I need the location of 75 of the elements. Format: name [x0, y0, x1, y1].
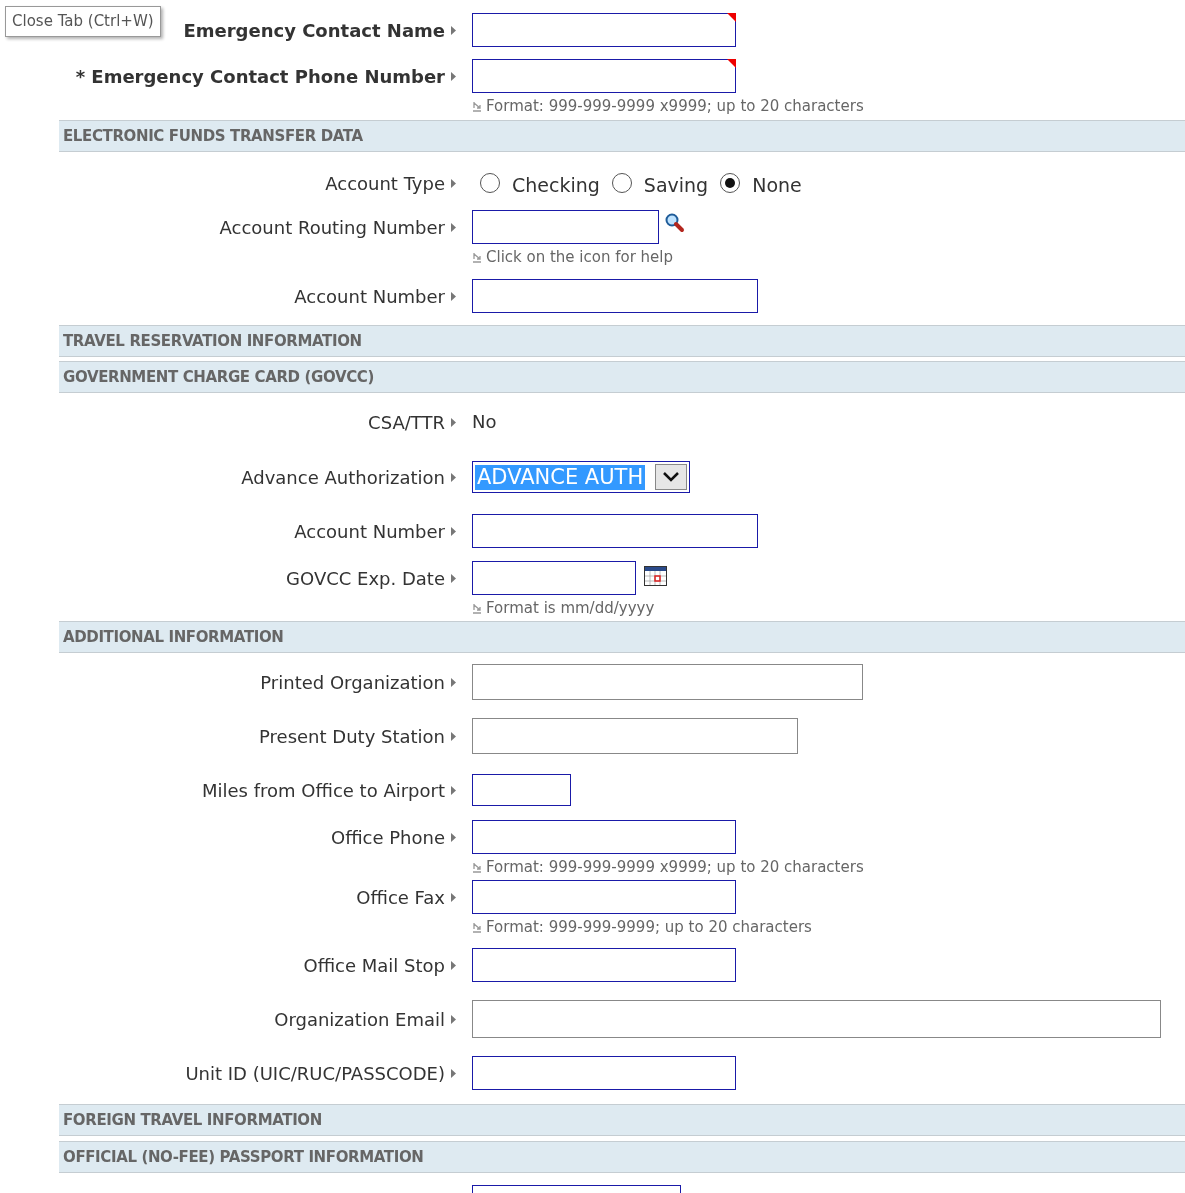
field-label: Account Routing Number [219, 215, 445, 240]
arrow-icon [451, 222, 456, 232]
arrow-icon [451, 417, 456, 427]
field-label: CSA/TTR [368, 410, 445, 435]
field-label: Account Number [294, 284, 445, 309]
radio-button[interactable] [480, 173, 500, 193]
text-field[interactable] [472, 1000, 1161, 1038]
text-field[interactable] [472, 718, 798, 754]
text-field[interactable] [472, 948, 736, 982]
arrow-icon [451, 731, 456, 741]
arrow-icon [451, 832, 456, 842]
arrow-icon [451, 291, 456, 301]
hint-text: Format: 999-999-9999 x9999; up to 20 characters [486, 96, 864, 117]
hint-icon [472, 100, 482, 112]
field-label: Printed Organization [260, 670, 445, 695]
section-header: TRAVEL RESERVATION INFORMATION [59, 325, 1185, 357]
arrow-icon [451, 573, 456, 583]
text-field[interactable] [472, 1056, 736, 1090]
text-field[interactable] [472, 561, 636, 595]
arrow-icon [451, 1014, 456, 1024]
section-header: GOVERNMENT CHARGE CARD (GOVCC) [59, 361, 1185, 393]
arrow-icon [451, 25, 456, 35]
text-field[interactable] [472, 210, 659, 244]
calendar-icon[interactable] [644, 566, 667, 586]
text-field[interactable] [472, 664, 863, 700]
text-field[interactable] [472, 774, 571, 806]
arrow-icon [451, 1068, 456, 1078]
arrow-icon [451, 677, 456, 687]
tooltip: Close Tab (Ctrl+W) [5, 6, 161, 37]
field-label: Unit ID (UIC/RUC/PASSCODE) [185, 1061, 445, 1086]
radio-button[interactable] [720, 173, 741, 193]
radio-label[interactable]: Saving [643, 170, 709, 200]
field-label: Office Fax [356, 885, 445, 910]
text-field[interactable] [472, 820, 736, 854]
hint-icon [472, 251, 482, 263]
field-label: Account Number [294, 519, 445, 544]
field-label: Account Type [325, 171, 445, 196]
field-label: Organization Email [274, 1007, 445, 1032]
hint-text: Format: 999-999-9999; up to 20 characters [486, 917, 812, 938]
hint-icon [472, 921, 482, 933]
field-label: GOVCC Exp. Date [286, 566, 445, 591]
field-label: * Emergency Contact Phone Number [75, 64, 445, 89]
arrow-icon [451, 472, 456, 482]
field-value: No [472, 410, 497, 434]
arrow-icon [451, 71, 456, 81]
field-label: Office Phone [330, 825, 445, 850]
section-header: ELECTRONIC FUNDS TRANSFER DATA [59, 120, 1185, 152]
arrow-icon [451, 892, 456, 902]
text-field[interactable] [472, 880, 736, 914]
arrow-icon [451, 785, 456, 795]
field-label: Advance Authorization [241, 465, 445, 490]
hint-text: Click on the icon for help [486, 247, 674, 268]
hint-text: Format: 999-999-9999 x9999; up to 20 characters [486, 857, 864, 878]
text-field[interactable] [472, 59, 736, 93]
hint-icon [472, 602, 482, 614]
field-label: Office Mail Stop [303, 953, 445, 978]
search-icon[interactable] [665, 213, 685, 233]
radio-label[interactable]: None [752, 170, 802, 200]
arrow-icon [451, 178, 456, 188]
arrow-icon [451, 526, 456, 536]
text-field[interactable] [472, 13, 736, 47]
chevron-down-icon [663, 472, 679, 482]
arrow-icon [451, 960, 456, 970]
field-label: Present Duty Station [259, 724, 445, 749]
field-label: Miles from Office to Airport [202, 778, 445, 803]
radio-label[interactable]: Checking [512, 170, 600, 200]
hint-icon [472, 861, 482, 873]
section-header: OFFICIAL (NO-FEE) PASSPORT INFORMATION [59, 1141, 1185, 1173]
field-label: Emergency Contact Name [183, 18, 445, 43]
text-field[interactable] [472, 279, 758, 313]
section-header: FOREIGN TRAVEL INFORMATION [59, 1104, 1185, 1136]
hint-text: Format is mm/dd/yyyy [486, 598, 655, 619]
section-header: ADDITIONAL INFORMATION [59, 621, 1185, 653]
text-field[interactable] [472, 514, 758, 548]
radio-button[interactable] [611, 173, 632, 193]
